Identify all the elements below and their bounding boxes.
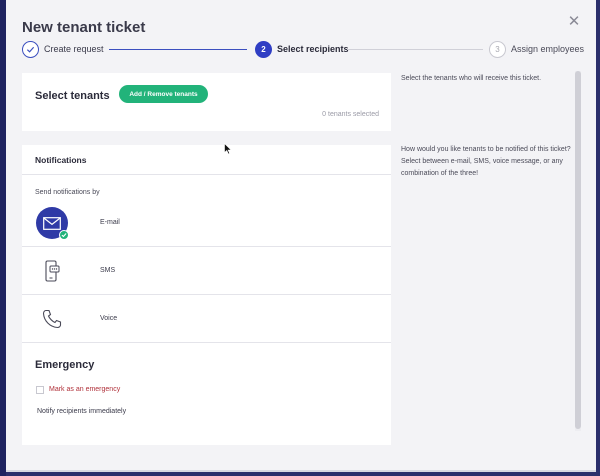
sms-option-label[interactable]: SMS bbox=[100, 267, 115, 274]
emergency-checkbox-label[interactable]: Mark as an emergency bbox=[49, 386, 120, 393]
notifications-card: Notifications Send notifications by E-ma… bbox=[22, 145, 391, 445]
divider bbox=[22, 342, 391, 343]
voice-option-label[interactable]: Voice bbox=[100, 315, 117, 322]
emergency-checkbox[interactable] bbox=[36, 386, 44, 394]
step-3-label: Assign employees bbox=[511, 44, 585, 54]
step-3-indicator: 3 bbox=[489, 41, 506, 58]
add-remove-tenants-button[interactable]: Add / Remove tenants bbox=[119, 85, 208, 103]
close-icon[interactable]: ✕ bbox=[566, 14, 582, 30]
divider bbox=[22, 174, 391, 175]
step-2-indicator: 2 bbox=[255, 41, 272, 58]
divider bbox=[22, 246, 391, 247]
notifications-hint: How would you like tenants to be notifie… bbox=[401, 146, 571, 177]
email-option-label[interactable]: E-mail bbox=[100, 219, 120, 226]
selected-check-icon bbox=[59, 230, 69, 240]
phone-handset-icon[interactable] bbox=[36, 303, 68, 335]
divider bbox=[22, 294, 391, 295]
modal-title: New tenant ticket bbox=[22, 19, 146, 36]
step-connector-2 bbox=[347, 49, 483, 50]
notifications-header: Notifications bbox=[35, 155, 87, 165]
select-tenants-hint: Select the tenants who will receive this… bbox=[401, 75, 542, 82]
step-connector-1 bbox=[109, 49, 247, 50]
emergency-title: Emergency bbox=[35, 359, 95, 371]
select-tenants-card: Select tenants Add / Remove tenants 0 te… bbox=[22, 73, 391, 131]
send-notifications-label: Send notifications by bbox=[35, 189, 100, 196]
notify-immediately-text: Notify recipients immediately bbox=[37, 408, 127, 415]
sms-phone-icon[interactable] bbox=[36, 255, 68, 287]
step-1-label[interactable]: Create request bbox=[44, 44, 104, 54]
scrollbar-thumb[interactable] bbox=[575, 71, 581, 429]
new-ticket-modal: New tenant ticket ✕ Create request 2 Sel… bbox=[6, 0, 596, 472]
step-2-label: Select recipients bbox=[277, 44, 349, 54]
step-1-check-icon[interactable] bbox=[22, 41, 39, 58]
tenants-selected-count: 0 tenants selected bbox=[322, 111, 379, 118]
mouse-cursor-icon bbox=[224, 142, 232, 160]
select-tenants-title: Select tenants bbox=[35, 90, 110, 102]
